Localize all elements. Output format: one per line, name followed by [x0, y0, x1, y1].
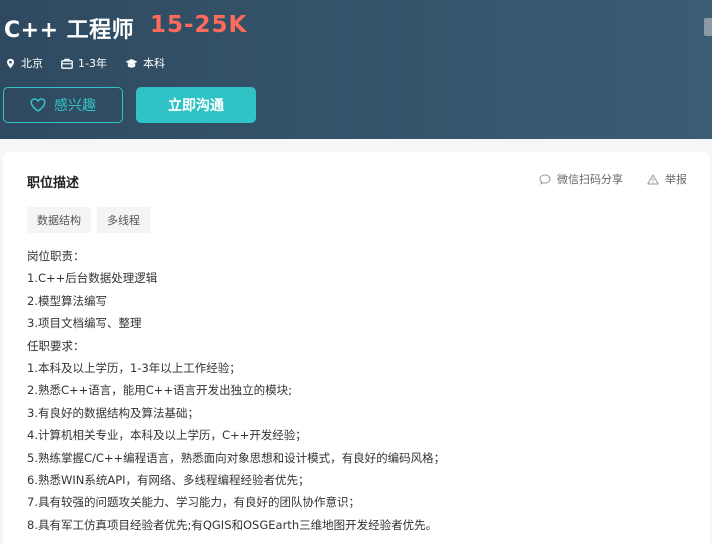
description-line: 6.熟悉WIN系统API，有网络、多线程编程经验者优先；: [27, 472, 310, 487]
meta-experience: 1-3年: [61, 55, 107, 71]
description-line: 2.熟悉C++语言，能用C++语言开发出独立的模块;: [27, 383, 292, 398]
description-line: 7.具有较强的问题攻关能力、学习能力，有良好的团队协作意识；: [27, 495, 360, 510]
description-line: 任职要求：: [27, 338, 85, 353]
job-header: C++ 工程师 15-25K 北京 1-3年 本科 感兴趣 立即沟通: [0, 0, 712, 139]
warning-icon: [647, 174, 659, 184]
scroll-tab[interactable]: [704, 18, 712, 36]
description-line: 4.计算机相关专业，本科及以上学历，C++开发经验；: [27, 428, 307, 443]
chat-now-button-label: 立即沟通: [168, 98, 224, 114]
skill-tag: 数据结构: [27, 207, 91, 233]
description-line: 3.项目文档编写、整理: [27, 316, 142, 331]
description-line: 3.有良好的数据结构及算法基础；: [27, 405, 199, 420]
skill-tags: 数据结构 多线程: [27, 207, 156, 233]
share-label: 微信扫码分享: [557, 173, 623, 186]
graduation-cap-icon: [125, 58, 138, 68]
meta-education: 本科: [125, 55, 165, 71]
chat-bubble-icon: [539, 173, 551, 185]
job-detail-card: 职位描述 微信扫码分享 举报 数据结构 多线程 岗位职责： 1.C++后台数据处…: [3, 152, 710, 545]
job-title: C++ 工程师: [4, 18, 135, 43]
location-pin-icon: [7, 58, 14, 68]
report-label: 举报: [665, 173, 687, 186]
section-title: 职位描述: [27, 176, 80, 191]
description-line: 2.模型算法编写: [27, 293, 107, 308]
description-line: 岗位职责：: [27, 249, 85, 263]
location-text: 北京: [21, 57, 43, 70]
salary: 15-25K: [150, 12, 248, 38]
skill-tag: 多线程: [97, 207, 150, 233]
wechat-share-link[interactable]: 微信扫码分享: [539, 171, 623, 187]
job-description: 岗位职责： 1.C++后台数据处理逻辑 2.模型算法编写 3.项目文档编写、整理…: [27, 245, 687, 536]
heart-icon: [30, 98, 46, 112]
report-link[interactable]: 举报: [647, 171, 687, 187]
description-line: 1.C++后台数据处理逻辑: [27, 271, 158, 286]
meta-location: 北京: [5, 55, 43, 71]
interest-button[interactable]: 感兴趣: [3, 87, 123, 123]
chat-now-button[interactable]: 立即沟通: [136, 87, 256, 123]
description-line: 1.本科及以上学历，1-3年以上工作经验；: [27, 360, 241, 375]
interest-button-label: 感兴趣: [54, 98, 96, 114]
job-meta: 北京 1-3年 本科: [5, 55, 183, 71]
briefcase-icon: [61, 58, 73, 69]
education-text: 本科: [142, 57, 165, 70]
description-line: 5.熟练掌握C/C++编程语言，熟悉面向对象思想和设计模式，有良好的编码风格；: [27, 450, 446, 465]
experience-text: 1-3年: [78, 57, 107, 70]
description-line: 8.具有军工仿真项目经验者优先;有QGIS和OSGEarth三维地图开发经验者优…: [27, 517, 438, 532]
